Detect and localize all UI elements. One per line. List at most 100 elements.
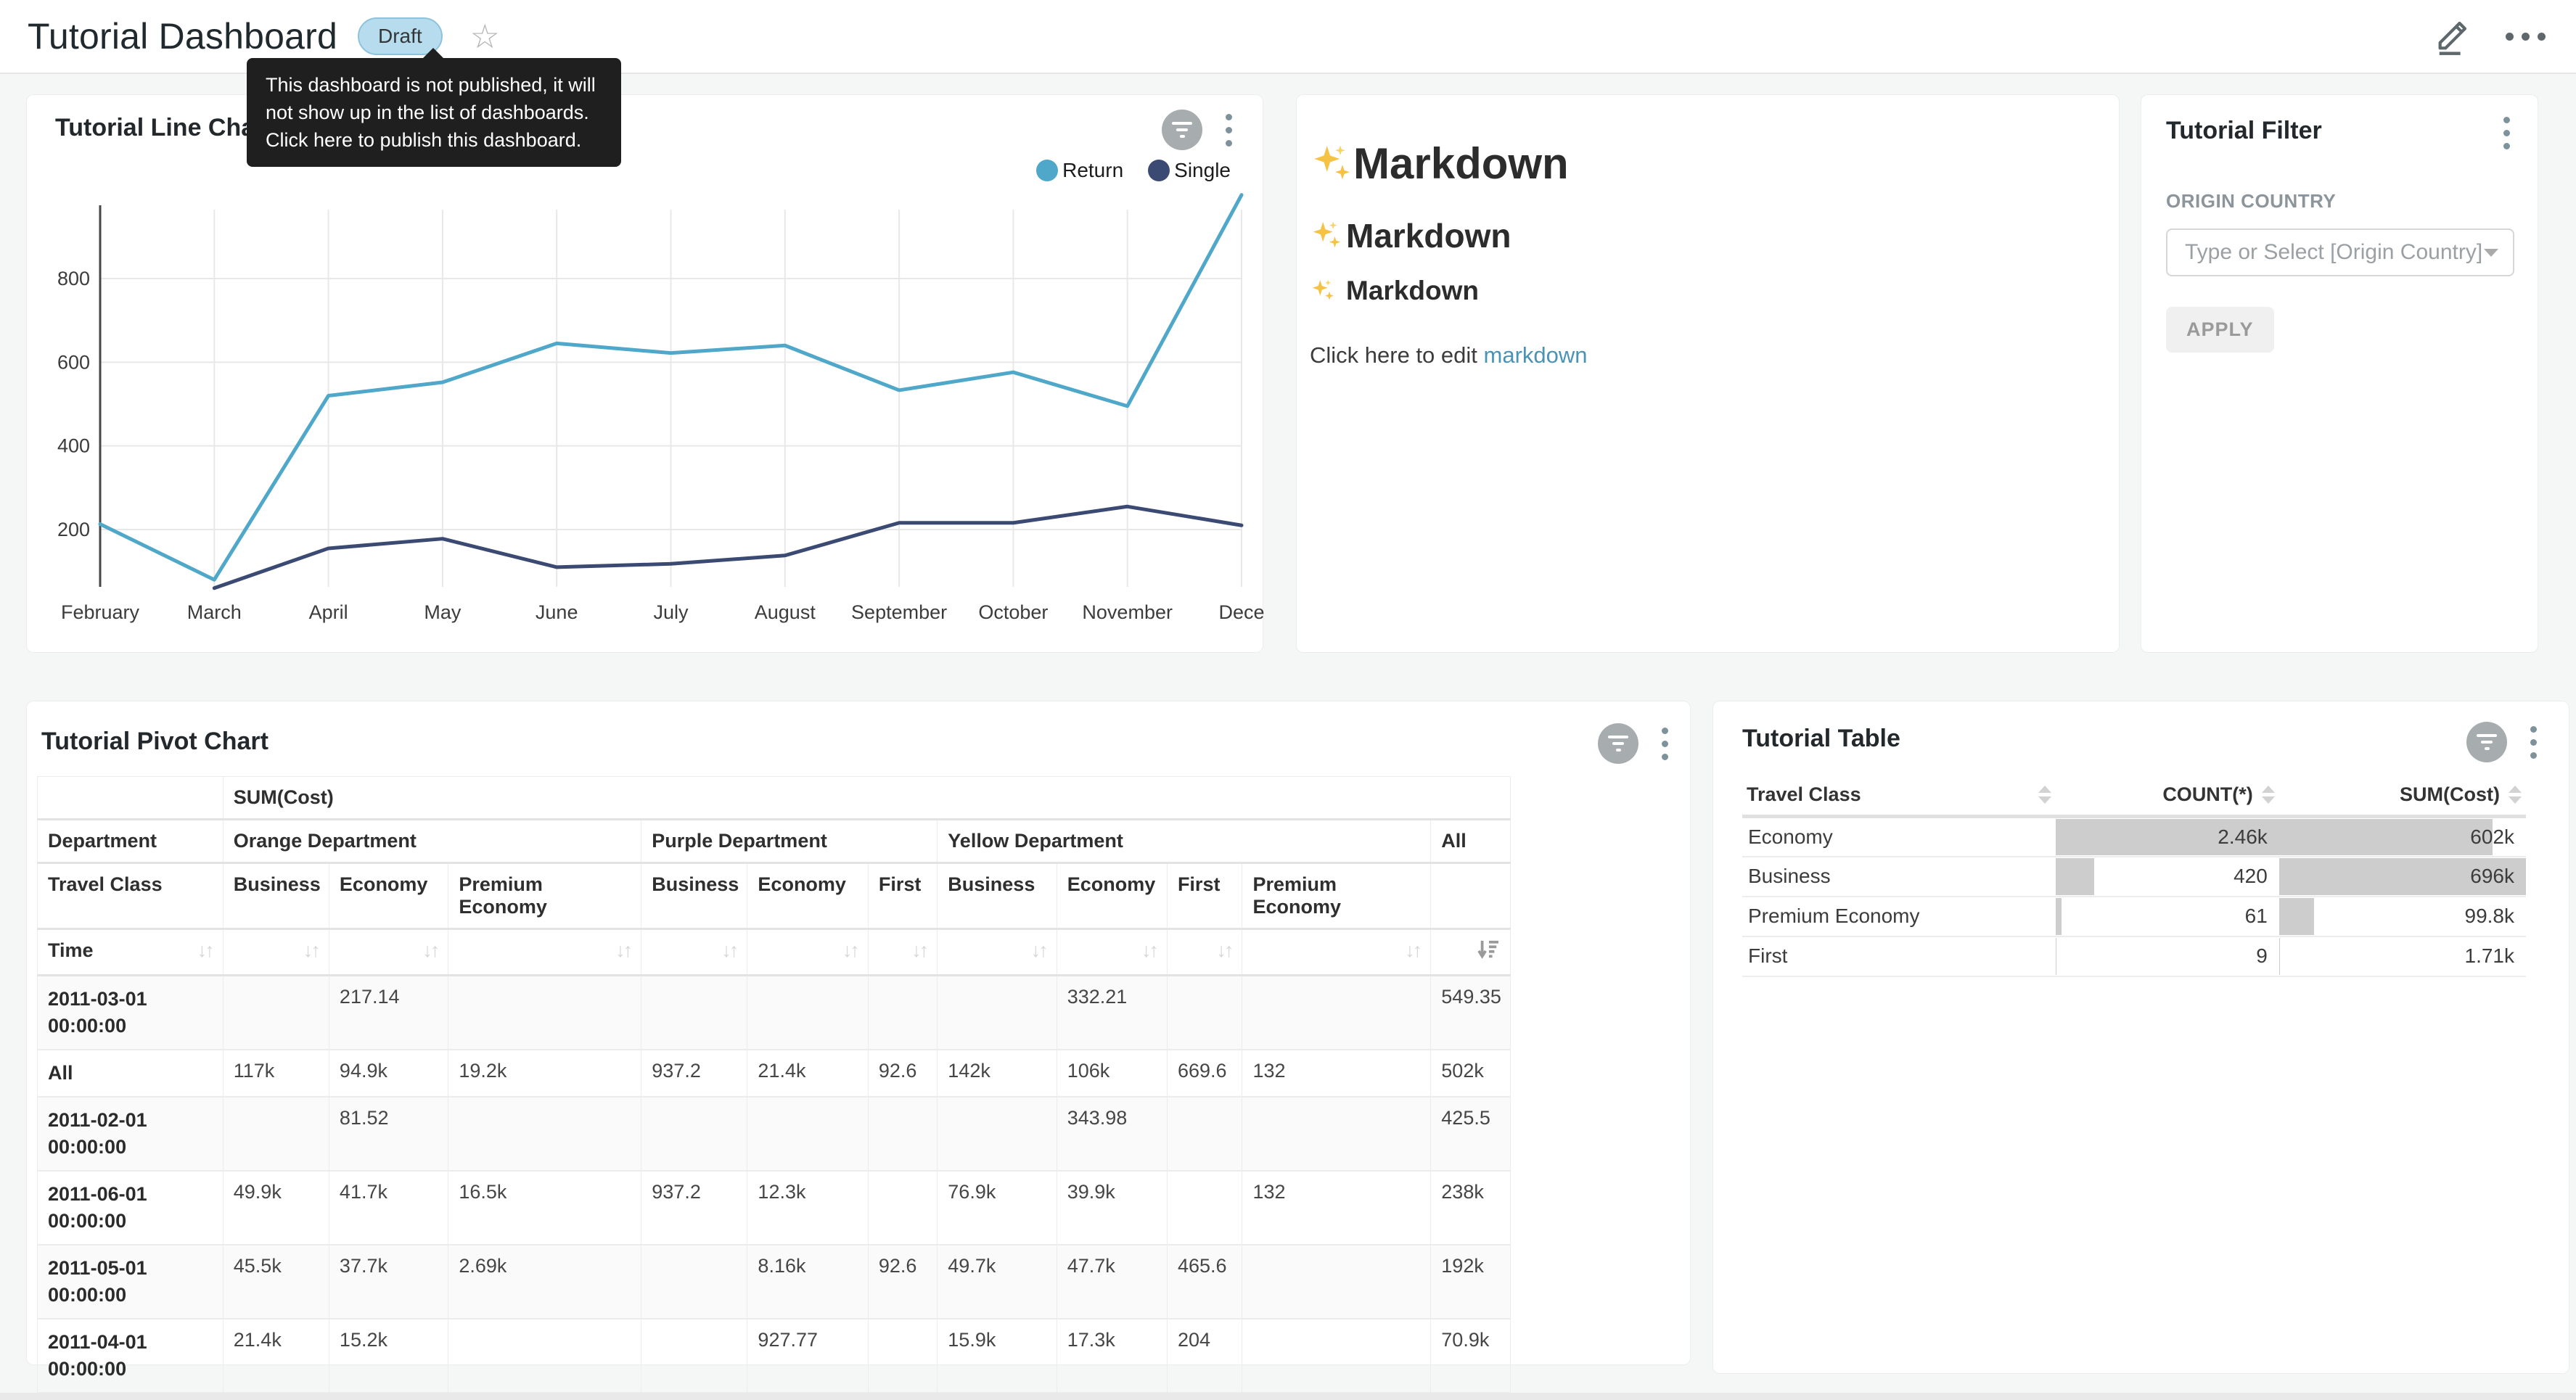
pivot-cell <box>641 1319 747 1393</box>
pivot-table: SUM(Cost)DepartmentOrange DepartmentPurp… <box>37 776 1511 1393</box>
table-row: First91.71k <box>1742 936 2526 976</box>
legend-item-single[interactable]: Single <box>1148 159 1231 182</box>
pivot-cell <box>1167 1171 1242 1245</box>
pivot-cell <box>1167 1097 1242 1171</box>
line-chart-title: Tutorial Line Chart <box>55 114 273 142</box>
more-options-icon[interactable] <box>2506 33 2546 41</box>
sort-icon[interactable]: ↓↑ <box>721 939 737 961</box>
pivot-cell: 142k <box>938 1050 1057 1097</box>
sort-icon[interactable]: ↓↑ <box>1405 939 1420 961</box>
select-placeholder: Type or Select [Origin Country] <box>2185 240 2484 265</box>
sum-cell: 99.8k <box>2279 897 2526 936</box>
pivot-cell: 47.7k <box>1057 1245 1167 1319</box>
sort-icon[interactable]: ↓↑ <box>422 939 438 961</box>
column-header-sum-cost[interactable]: SUM(Cost) <box>2279 775 2526 817</box>
column-header-travel-class[interactable]: Travel Class <box>1742 775 2056 817</box>
pivot-cell: 39.9k <box>1057 1171 1167 1245</box>
legend-item-return[interactable]: Return <box>1036 159 1123 182</box>
pivot-group-header: Yellow Department <box>938 820 1431 863</box>
chart-kebab-menu-icon[interactable] <box>1659 725 1671 763</box>
pivot-cell <box>868 1097 937 1171</box>
line-chart-plot: 200400600800FebruaryMarchAprilMayJuneJul… <box>27 189 1264 643</box>
pivot-cell: 49.9k <box>223 1171 329 1245</box>
pivot-sort-header: ↓↑ <box>868 929 937 976</box>
pivot-sort-header <box>1431 929 1511 976</box>
pivot-row: All117k94.9k19.2k937.221.4k92.6142k106k6… <box>38 1050 1511 1097</box>
pivot-cell: 19.2k <box>448 1050 641 1097</box>
pivot-class-header <box>1431 863 1511 929</box>
x-tick-label: October <box>978 601 1048 623</box>
pivot-cell: 937.2 <box>641 1171 747 1245</box>
sort-icon[interactable]: ↓↑ <box>615 939 631 961</box>
sort-descending-icon[interactable] <box>1477 939 1500 960</box>
count-cell: 61 <box>2056 897 2279 936</box>
pivot-sort-header: ↓↑ <box>1167 929 1242 976</box>
sort-icon[interactable]: ↓↑ <box>197 939 213 962</box>
x-tick-label: September <box>851 601 947 623</box>
pivot-row: 2011-02-01 00:00:0081.52343.98425.5 <box>38 1097 1511 1171</box>
pivot-time-header: Time↓↑ <box>38 929 223 976</box>
y-tick-label: 200 <box>57 519 90 540</box>
pivot-cell <box>641 1245 747 1319</box>
pivot-cell: 927.77 <box>747 1319 868 1393</box>
pivot-cell: 15.2k <box>329 1319 448 1393</box>
pivot-cell <box>1242 1245 1431 1319</box>
pivot-cell: 92.6 <box>868 1050 937 1097</box>
pivot-group-header: Orange Department <box>223 820 641 863</box>
sort-caret-icon[interactable] <box>2509 786 2522 804</box>
markdown-paragraph-text: Click here to edit <box>1310 342 1484 368</box>
markdown-edit-link[interactable]: markdown <box>1484 342 1588 368</box>
chart-kebab-menu-icon[interactable] <box>2527 723 2540 762</box>
count-bar <box>2056 858 2094 895</box>
favorite-star-icon[interactable]: ☆ <box>470 20 500 53</box>
pivot-cell: 21.4k <box>223 1319 329 1393</box>
pivot-cell: 21.4k <box>747 1050 868 1097</box>
pivot-cell: 94.9k <box>329 1050 448 1097</box>
count-cell: 9 <box>2056 936 2279 976</box>
sort-icon[interactable]: ↓↑ <box>842 939 858 961</box>
markdown-card: Markdown Markdown Markdown Click here to… <box>1296 94 2120 653</box>
pivot-cell <box>1167 976 1242 1050</box>
pivot-cell <box>868 1319 937 1393</box>
pivot-row-label: 2011-06-01 00:00:00 <box>38 1171 223 1245</box>
table-row: Economy2.46k602k <box>1742 817 2526 857</box>
pivot-cell <box>868 976 937 1050</box>
sort-caret-icon[interactable] <box>2038 786 2051 804</box>
travel-class-cell: Economy <box>1742 817 2056 857</box>
sort-icon[interactable]: ↓↑ <box>911 939 927 961</box>
single-line-series <box>214 506 1242 588</box>
pivot-cell: 92.6 <box>868 1245 937 1319</box>
filter-scope-icon[interactable] <box>2466 722 2507 762</box>
x-tick-label: March <box>187 601 242 623</box>
pivot-col-dim-header: Travel Class <box>38 863 223 929</box>
sparkles-icon <box>1310 219 1343 252</box>
sort-caret-icon[interactable] <box>2262 786 2275 804</box>
sum-cell: 696k <box>2279 857 2526 897</box>
pivot-cell <box>938 976 1057 1050</box>
sort-icon[interactable]: ↓↑ <box>303 939 319 961</box>
apply-button[interactable]: APPLY <box>2166 307 2274 353</box>
x-tick-label: Dece <box>1218 601 1264 623</box>
y-tick-label: 600 <box>57 351 90 373</box>
sort-icon[interactable]: ↓↑ <box>1141 939 1157 961</box>
chart-legend: Return Single <box>1036 159 1231 182</box>
pivot-row-label: All <box>38 1050 223 1097</box>
pivot-cell: 937.2 <box>641 1050 747 1097</box>
pivot-cell <box>1242 976 1431 1050</box>
line-chart-card: Tutorial Line Chart Return Single 2004006… <box>26 94 1263 653</box>
column-header-count[interactable]: COUNT(*) <box>2056 775 2279 817</box>
pivot-cell: 332.21 <box>1057 976 1167 1050</box>
pivot-cell <box>747 976 868 1050</box>
edit-pencil-icon[interactable] <box>2432 16 2472 57</box>
filter-kebab-menu-icon[interactable] <box>2501 114 2513 152</box>
sort-icon[interactable]: ↓↑ <box>1216 939 1231 961</box>
chart-kebab-menu-icon[interactable] <box>1223 111 1235 149</box>
travel-class-cell: First <box>1742 936 2056 976</box>
filter-scope-icon[interactable] <box>1162 110 1202 150</box>
origin-country-select[interactable]: Type or Select [Origin Country] <box>2166 228 2514 276</box>
pivot-row-label: 2011-05-01 00:00:00 <box>38 1245 223 1319</box>
filter-scope-icon[interactable] <box>1598 723 1638 764</box>
data-table-card: Tutorial Table Travel ClassCOUNT(*)SUM(C… <box>1712 701 2569 1374</box>
pivot-cell: 17.3k <box>1057 1319 1167 1393</box>
sort-icon[interactable]: ↓↑ <box>1031 939 1046 961</box>
